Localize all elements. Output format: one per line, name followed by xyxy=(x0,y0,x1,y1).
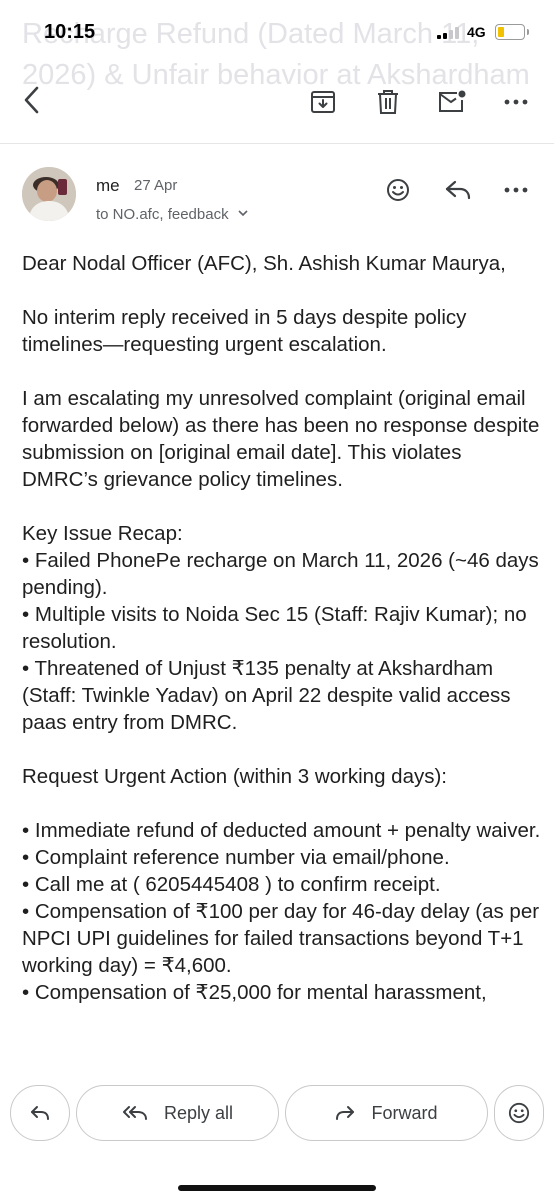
mark-unread-button[interactable] xyxy=(430,80,474,124)
body-line: No interim reply received in 5 days desp… xyxy=(22,306,467,356)
body-line: Request Urgent Action (within 3 working … xyxy=(22,765,448,788)
body-line: • Failed PhonePe recharge on March 11, 2… xyxy=(22,549,539,599)
mail-unread-icon xyxy=(439,90,466,112)
more-horizontal-icon xyxy=(504,99,528,105)
status-time: 10:15 xyxy=(44,21,96,43)
reply-pill-button[interactable] xyxy=(10,1085,70,1141)
bottom-action-bar: Reply all Forward xyxy=(0,1045,554,1199)
more-options-button[interactable] xyxy=(494,80,538,124)
body-line: • Call me at ( 6205445408 ) to confirm r… xyxy=(22,873,441,896)
more-horizontal-icon xyxy=(504,187,528,193)
add-reaction-button[interactable] xyxy=(380,172,416,208)
message-body: Dear Nodal Officer (AFC), Sh. Ashish Kum… xyxy=(22,250,542,1045)
reply-all-button[interactable]: Reply all xyxy=(76,1085,279,1141)
trash-icon xyxy=(378,90,398,114)
body-line: • Complaint reference number via email/p… xyxy=(22,846,450,869)
network-type: 4G xyxy=(467,24,486,40)
back-button[interactable] xyxy=(10,78,54,122)
reply-icon xyxy=(31,1106,49,1120)
forward-button[interactable]: Forward xyxy=(285,1085,488,1141)
reply-all-icon xyxy=(122,1106,147,1120)
sender-name[interactable]: me xyxy=(96,176,120,196)
reaction-pill-button[interactable] xyxy=(494,1085,544,1141)
body-line: Key Issue Recap: xyxy=(22,522,183,545)
avatar[interactable] xyxy=(22,167,76,221)
battery-icon xyxy=(495,24,529,40)
body-line: Dear Nodal Officer (AFC), Sh. Ashish Kum… xyxy=(22,252,506,275)
forward-label: Forward xyxy=(371,1102,438,1123)
reply-button[interactable] xyxy=(440,172,476,208)
reply-icon xyxy=(445,180,471,200)
body-line: I am escalating my unresolved complaint … xyxy=(22,387,540,491)
emoji-icon xyxy=(508,1102,530,1124)
signal-strength-icon xyxy=(437,27,463,39)
message-more-button[interactable] xyxy=(498,172,534,208)
delete-button[interactable] xyxy=(366,80,410,124)
archive-button[interactable] xyxy=(301,80,345,124)
recipients-toggle[interactable]: to NO.afc, feedback xyxy=(96,206,248,223)
recipients-text: to NO.afc, feedback xyxy=(96,206,229,223)
archive-icon xyxy=(311,91,335,113)
body-line: • Multiple visits to Noida Sec 15 (Staff… xyxy=(22,603,527,653)
body-line: • Threatened of Unjust ₹135 penalty at A… xyxy=(22,657,511,734)
body-line: • Compensation of ₹25,000 for mental har… xyxy=(22,981,487,1004)
chevron-left-icon xyxy=(24,86,39,114)
header-divider xyxy=(0,143,554,144)
toolbar xyxy=(0,72,554,132)
reply-all-label: Reply all xyxy=(163,1102,234,1123)
body-line: • Compensation of ₹100 per day for 46-da… xyxy=(22,900,540,977)
chevron-down-icon xyxy=(238,210,248,217)
body-line: • Immediate refund of deducted amount + … xyxy=(22,819,541,842)
status-bar: 10:15 4G xyxy=(0,0,554,66)
forward-icon xyxy=(336,1106,355,1120)
emoji-icon xyxy=(387,179,409,201)
home-indicator xyxy=(178,1185,376,1191)
message-date: 27 Apr xyxy=(134,177,178,194)
